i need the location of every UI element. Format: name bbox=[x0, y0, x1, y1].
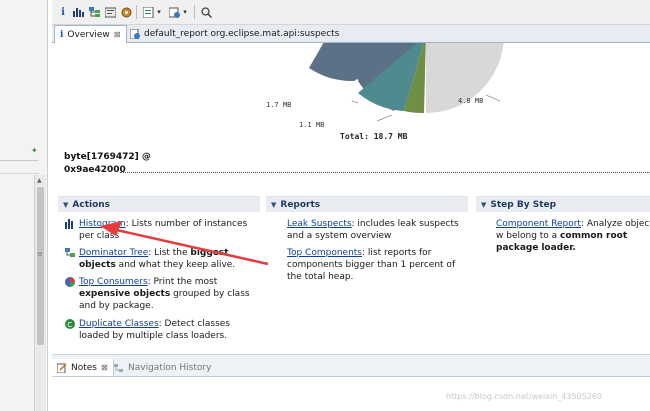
top-components-link[interactable]: Top Components bbox=[287, 248, 362, 258]
pie-label: 1.7 MB bbox=[266, 101, 292, 109]
tab-overview[interactable]: i Overview ⊠ bbox=[54, 25, 127, 43]
pie-label: 1.1 MB bbox=[299, 121, 325, 129]
left-divider bbox=[0, 160, 39, 161]
component-report-link[interactable]: Component Report bbox=[496, 219, 581, 229]
section-actions[interactable]: ▼ Actions bbox=[58, 196, 260, 212]
toolbar-separator bbox=[136, 5, 137, 19]
dotted-divider bbox=[120, 172, 650, 173]
dominator-tree-link[interactable]: Dominator Tree bbox=[79, 248, 148, 258]
section-actions-label: Actions bbox=[72, 199, 111, 210]
step-component-report: Component Report: Analyze objects w belo… bbox=[496, 218, 650, 254]
section-reports[interactable]: ▼ Reports bbox=[266, 196, 468, 212]
pie-chart[interactable]: 1.7 MB 1.1 MB 4.8 MB Total: 18.7 MB bbox=[52, 43, 650, 153]
leak-suspects-link[interactable]: Leak Suspects bbox=[287, 219, 352, 229]
collapse-icon: ▼ bbox=[271, 200, 277, 209]
dropdown-icon[interactable]: ▾ bbox=[155, 5, 163, 19]
histogram-link[interactable]: Histogram bbox=[79, 219, 126, 229]
tab-notes[interactable]: Notes ⊠ bbox=[52, 359, 114, 376]
editor-toolbar: i ▾ ▾ bbox=[52, 0, 650, 25]
duplicate-classes-icon: C bbox=[65, 319, 75, 329]
tab-overview-label: Overview bbox=[67, 29, 110, 40]
top-consumers-desc: : Print the most bbox=[147, 277, 218, 287]
section-step-by-step-label: Step By Step bbox=[490, 199, 557, 210]
action-top-consumers: Top Consumers: Print the most expensive … bbox=[65, 276, 260, 312]
tab-default-report-label: default_report org.eclipse.mat.api:suspe… bbox=[144, 28, 340, 39]
grip-icon: ≡ bbox=[37, 250, 43, 258]
query-icon[interactable] bbox=[104, 5, 116, 19]
action-duplicate-classes: C Duplicate Classes: Detect classes load… bbox=[65, 318, 260, 342]
pin-icon[interactable]: ✦ bbox=[31, 147, 38, 155]
tab-notes-label: Notes bbox=[71, 362, 97, 373]
histogram-icon[interactable] bbox=[72, 5, 84, 19]
pie-leader-line bbox=[376, 114, 393, 122]
overview-content: 1.7 MB 1.1 MB 4.8 MB Total: 18.7 MB byte… bbox=[52, 43, 650, 354]
notes-icon bbox=[57, 362, 67, 373]
duplicate-classes-link[interactable]: Duplicate Classes bbox=[79, 319, 159, 329]
scroll-up-icon[interactable]: ▲ bbox=[37, 177, 42, 184]
close-icon[interactable]: ⊠ bbox=[114, 30, 121, 39]
info-icon[interactable]: i bbox=[58, 5, 68, 19]
info-icon: i bbox=[60, 29, 64, 40]
top-consumers-link[interactable]: Top Consumers bbox=[79, 277, 148, 287]
collapse-icon: ▼ bbox=[63, 200, 69, 209]
editor-tabbar: i Overview ⊠ default_report org.eclipse.… bbox=[52, 25, 650, 43]
watermark: https://blog.csdn.net/weixin_43505260 bbox=[446, 392, 603, 401]
reports-icon[interactable] bbox=[142, 5, 154, 19]
collapse-icon: ▼ bbox=[481, 200, 487, 209]
scrollbar-thumb[interactable] bbox=[37, 187, 44, 345]
heap-dump-icon[interactable] bbox=[120, 5, 132, 19]
selected-object-address: 0x9ae42000 bbox=[64, 165, 126, 175]
report-top-components: Top Components: list reports for compone… bbox=[287, 247, 467, 283]
report-leak-suspects: Leak Suspects: includes leak suspects an… bbox=[287, 218, 467, 242]
search-icon[interactable] bbox=[200, 5, 212, 19]
action-histogram: Histogram: Lists number of instances per… bbox=[65, 218, 260, 242]
left-divider-2 bbox=[0, 173, 39, 174]
dominator-tree-icon bbox=[65, 248, 75, 257]
run-report-icon[interactable] bbox=[168, 5, 180, 19]
left-scrollbar[interactable]: ▲ ≡ bbox=[34, 175, 46, 411]
dominator-desc-end: and what they keep alive. bbox=[115, 260, 236, 270]
selected-object-name: byte[1769472] @ bbox=[64, 152, 151, 162]
tab-navigation-history-label: Navigation History bbox=[128, 362, 212, 373]
section-reports-label: Reports bbox=[280, 199, 321, 210]
dominator-tree-icon[interactable] bbox=[88, 5, 100, 19]
section-step-by-step[interactable]: ▼ Step By Step bbox=[476, 196, 650, 212]
report-icon bbox=[130, 28, 140, 39]
top-consumers-desc-bold: expensive objects bbox=[79, 289, 171, 299]
top-consumers-icon bbox=[65, 277, 75, 287]
tab-default-report[interactable]: default_report org.eclipse.mat.api:suspe… bbox=[125, 25, 344, 42]
tab-navigation-history[interactable]: Navigation History bbox=[114, 359, 211, 376]
action-dominator-tree: Dominator Tree: List the biggest objects… bbox=[65, 247, 260, 271]
pie-total: Total: 18.7 MB bbox=[340, 132, 408, 141]
pie-label: 4.8 MB bbox=[458, 97, 484, 105]
close-icon[interactable]: ⊠ bbox=[101, 363, 108, 372]
navigation-history-icon bbox=[114, 363, 123, 372]
dropdown-icon[interactable]: ▾ bbox=[181, 5, 189, 19]
toolbar-separator bbox=[194, 5, 195, 19]
component-report-desc-end: loader. bbox=[541, 243, 576, 253]
bottom-tabbar: Notes ⊠ Navigation History bbox=[52, 359, 650, 377]
dominator-desc: : List the bbox=[148, 248, 191, 258]
pie-leader-line bbox=[485, 94, 501, 102]
histogram-icon bbox=[65, 219, 73, 229]
component-report-desc-mid: belong to a bbox=[503, 231, 561, 241]
svg-text:C: C bbox=[67, 321, 72, 329]
